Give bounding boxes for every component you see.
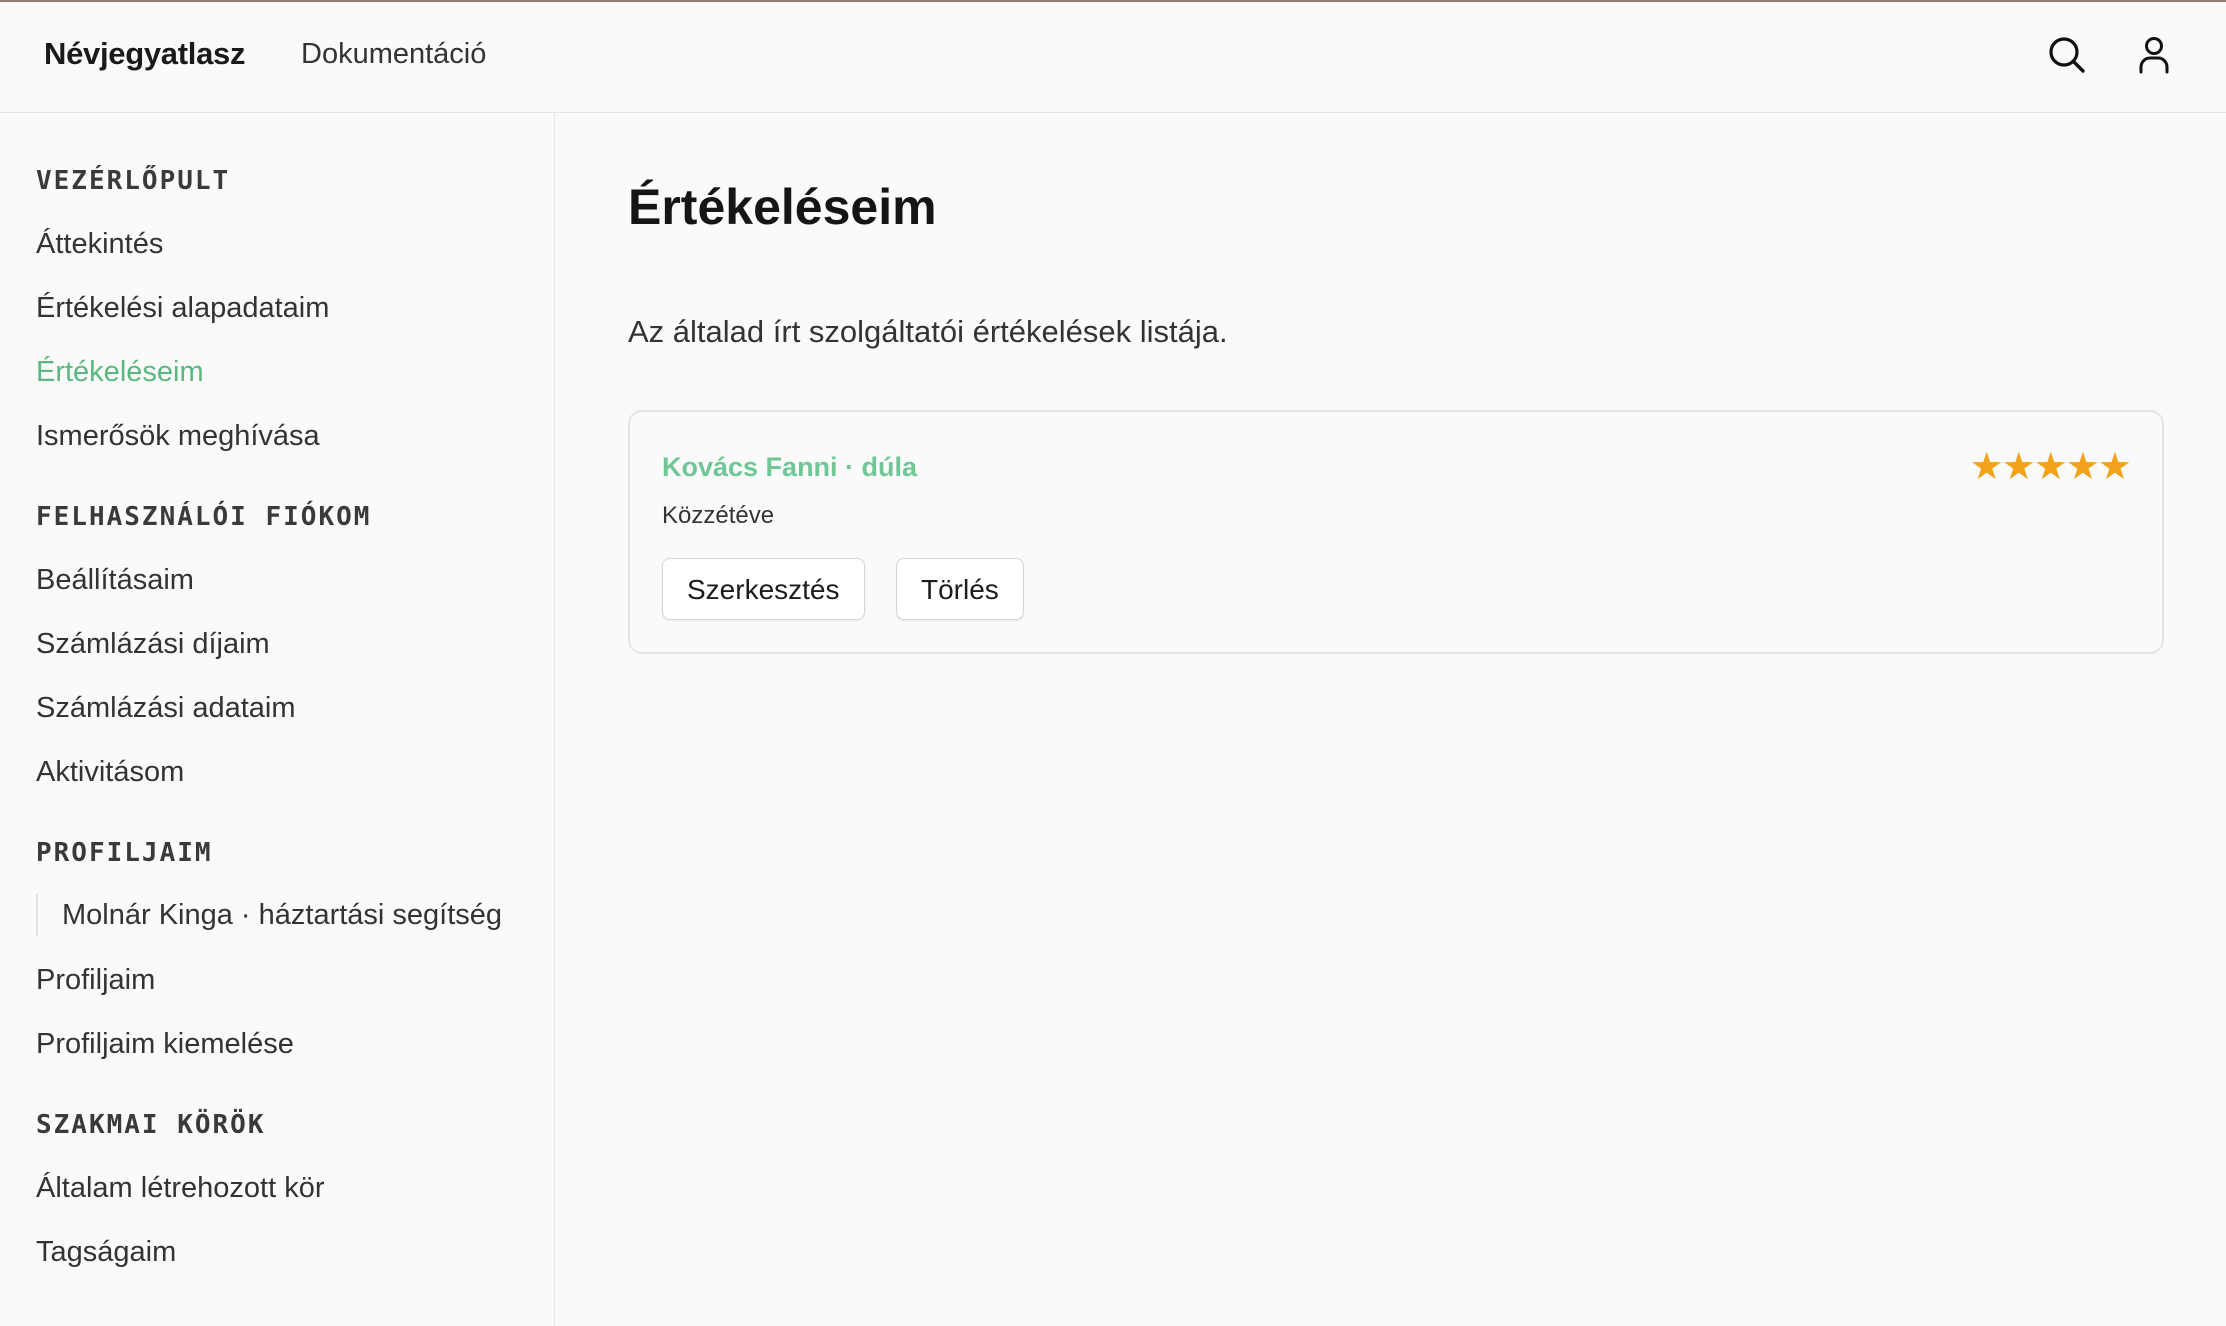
top-navigation-bar: Névjegyatlasz Dokumentáció [0,2,2226,113]
account-button[interactable] [2131,32,2177,78]
star-rating: ★★★★★ [1969,446,2132,488]
sidebar-item-overview[interactable]: Áttekintés [36,228,163,261]
sidebar-section-professional-circles: SZAKMAI KÖRÖK [36,1110,266,1140]
user-icon [2139,37,2169,74]
sidebar: VEZÉRLŐPULT Áttekintés Értékelési alapad… [0,114,555,1326]
edit-review-button[interactable]: Szerkesztés [662,558,865,620]
sidebar-section-user-account: FELHASZNÁLÓI FIÓKOM [36,502,372,532]
sidebar-item-invite-friends[interactable]: Ismerősök meghívása [36,420,320,453]
sidebar-item-billing-fees[interactable]: Számlázási díjaim [36,628,270,661]
sidebar-item-created-circle[interactable]: Általam létrehozott kör [36,1172,325,1205]
page-description: Az általad írt szolgáltatói értékelések … [628,314,1228,349]
sidebar-section-dashboard: VEZÉRLŐPULT [36,166,231,196]
search-button[interactable] [2044,32,2090,78]
sidebar-section-profiles: PROFILJAIM [36,838,213,868]
review-card: Kovács Fanni · dúla ★★★★★ Közzétéve Szer… [628,410,2164,654]
nav-link-documentation[interactable]: Dokumentáció [301,38,486,71]
brand-logo[interactable]: Névjegyatlasz [44,36,245,72]
sidebar-item-memberships[interactable]: Tagságaim [36,1236,176,1269]
delete-review-button[interactable]: Törlés [896,558,1024,620]
page-title: Értékeléseim [628,179,937,235]
sidebar-item-settings[interactable]: Beállításaim [36,564,194,597]
sidebar-item-profile-highlight[interactable]: Profiljaim kiemelése [36,1028,294,1061]
search-icon [2049,37,2085,73]
sidebar-item-my-reviews[interactable]: Értékeléseim [36,356,204,389]
sidebar-subitem-profile[interactable]: Molnár Kinga · háztartási segítség [36,894,516,936]
sidebar-item-billing-details[interactable]: Számlázási adataim [36,692,296,725]
sidebar-item-my-profiles[interactable]: Profiljaim [36,964,155,997]
sidebar-item-rating-basics[interactable]: Értékelési alapadataim [36,292,329,325]
review-provider-link[interactable]: Kovács Fanni · dúla [662,452,917,483]
review-status: Közzétéve [662,502,775,529]
sidebar-item-activity[interactable]: Aktivitásom [36,756,184,789]
